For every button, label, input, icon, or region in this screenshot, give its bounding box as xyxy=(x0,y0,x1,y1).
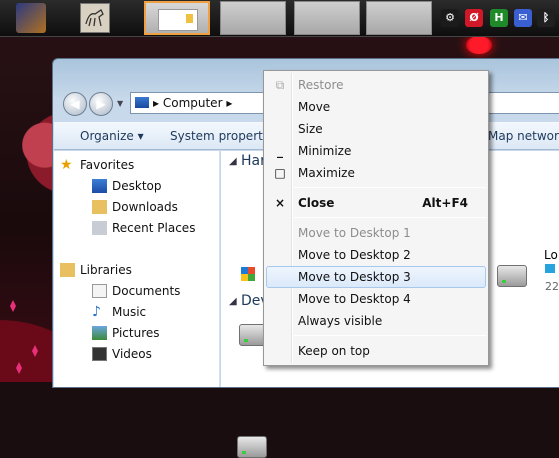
menu-label: Move to Desktop 2 xyxy=(298,248,411,262)
menu-item-move-desktop-1[interactable]: Move to Desktop 1 xyxy=(266,222,486,244)
computer-icon xyxy=(135,97,149,108)
desktop-thumbnail-2[interactable] xyxy=(220,1,286,35)
menu-item-maximize[interactable]: □ Maximize xyxy=(266,162,486,184)
desktop-thumbnail-1[interactable] xyxy=(144,1,210,35)
nav-label: Pictures xyxy=(112,326,160,340)
top-taskbar: ⚙ Ø H ✉ ᛒ xyxy=(0,0,559,37)
nav-videos[interactable]: Videos xyxy=(92,345,152,363)
menu-item-size[interactable]: Size xyxy=(266,118,486,140)
menu-label: Close xyxy=(298,196,335,210)
breadcrumb-chevron-icon[interactable]: ▸ xyxy=(223,96,232,110)
nav-libraries[interactable]: Libraries xyxy=(60,261,132,279)
drive-icon[interactable] xyxy=(497,265,527,287)
desktop-thumbnail-3[interactable] xyxy=(294,1,360,35)
close-shortcut: Alt+F4 xyxy=(422,196,468,210)
menu-label: Move to Desktop 1 xyxy=(298,226,411,240)
menu-item-move-desktop-2[interactable]: Move to Desktop 2 xyxy=(266,244,486,266)
menu-item-keep-on-top[interactable]: Keep on top xyxy=(266,340,486,362)
menu-item-move-desktop-4[interactable]: Move to Desktop 4 xyxy=(266,288,486,310)
menu-separator xyxy=(294,217,486,218)
nav-label: Libraries xyxy=(80,263,132,277)
mail-icon[interactable]: ✉ xyxy=(514,9,532,27)
videos-icon xyxy=(92,347,107,361)
menu-item-minimize[interactable]: _ Minimize xyxy=(266,140,486,162)
pictures-icon xyxy=(92,326,107,340)
restore-icon: ⧉ xyxy=(275,78,285,92)
history-dropdown-icon[interactable]: ▼ xyxy=(117,99,123,108)
nav-favorites[interactable]: ★ Favorites xyxy=(60,156,135,174)
breadcrumb-chevron-icon[interactable]: ▸ xyxy=(153,96,163,110)
drive-usage-bar xyxy=(545,264,555,273)
desktop-thumbnail-4[interactable] xyxy=(366,1,432,35)
close-icon: × xyxy=(274,196,286,210)
navigation-pane: ★ Favorites Desktop Downloads Recent Plac… xyxy=(54,151,220,387)
window-context-menu: ⧉ Restore Move Size _ Minimize □ Maximize ×… xyxy=(263,70,489,366)
menu-item-restore[interactable]: ⧉ Restore xyxy=(266,74,486,96)
app-launcher-icon[interactable] xyxy=(16,3,46,33)
menu-label: Restore xyxy=(298,78,344,92)
menu-label: Size xyxy=(298,122,323,136)
nav-label: Documents xyxy=(112,284,181,298)
menu-label: Always visible xyxy=(298,314,383,328)
minimize-icon: _ xyxy=(277,144,283,158)
address-path[interactable]: Computer xyxy=(163,96,223,110)
nav-label: Videos xyxy=(112,347,152,361)
nav-label: Desktop xyxy=(112,179,162,193)
steam-icon[interactable]: ⚙ xyxy=(441,9,459,27)
wallpaper-red-light xyxy=(466,36,492,54)
drive-size: 22 xyxy=(545,280,559,293)
nav-pictures[interactable]: Pictures xyxy=(92,324,160,342)
red-app-icon[interactable]: Ø xyxy=(465,9,483,27)
map-network-drive-button[interactable]: Map network xyxy=(488,129,559,143)
libraries-icon xyxy=(60,263,75,277)
recent-places-icon xyxy=(92,221,107,235)
documents-icon xyxy=(92,284,107,298)
nav-desktop[interactable]: Desktop xyxy=(92,177,162,195)
nav-label: Favorites xyxy=(80,158,135,172)
maximize-icon: □ xyxy=(274,166,286,180)
menu-item-move-desktop-3[interactable]: Move to Desktop 3 xyxy=(266,266,486,288)
menu-separator xyxy=(294,187,486,188)
back-button[interactable]: ◀ xyxy=(63,92,87,116)
collapse-arrow-icon[interactable]: ◢ xyxy=(229,296,237,307)
music-note-icon: ♪ xyxy=(92,304,101,320)
menu-label: Move to Desktop 3 xyxy=(298,270,411,284)
nav-downloads[interactable]: Downloads xyxy=(92,198,178,216)
nav-recent-places[interactable]: Recent Places xyxy=(92,219,196,237)
green-app-icon[interactable]: H xyxy=(490,9,508,27)
bluetooth-icon[interactable]: ᛒ xyxy=(537,9,555,27)
windows-drive-icon[interactable] xyxy=(241,267,255,281)
nav-label: Music xyxy=(112,305,147,319)
desktop-icon xyxy=(92,179,107,193)
window-preview xyxy=(158,9,198,31)
drive-icon[interactable] xyxy=(237,436,267,458)
menu-label: Minimize xyxy=(298,144,352,158)
star-icon: ★ xyxy=(60,157,73,173)
forward-button[interactable]: ▶ xyxy=(89,92,113,116)
nav-label: Recent Places xyxy=(112,221,196,235)
collapse-arrow-icon[interactable]: ◢ xyxy=(229,156,237,167)
drive-label[interactable]: Lo xyxy=(544,248,558,262)
nav-label: Downloads xyxy=(112,200,178,214)
menu-label: Keep on top xyxy=(298,344,370,358)
menu-label: Move to Desktop 4 xyxy=(298,292,411,306)
menu-item-always-visible[interactable]: Always visible xyxy=(266,310,486,332)
downloads-folder-icon xyxy=(92,200,107,214)
menu-item-move[interactable]: Move xyxy=(266,96,486,118)
menu-label: Maximize xyxy=(298,166,355,180)
organize-button[interactable]: Organize ▾ xyxy=(80,129,144,143)
nav-music[interactable]: ♪ Music xyxy=(92,303,147,321)
nav-documents[interactable]: Documents xyxy=(92,282,181,300)
menu-separator xyxy=(294,335,486,336)
menu-item-close[interactable]: × Close Alt+F4 xyxy=(266,192,486,214)
menu-label: Move xyxy=(298,100,331,114)
horse-sketch-app-icon[interactable] xyxy=(80,3,110,33)
